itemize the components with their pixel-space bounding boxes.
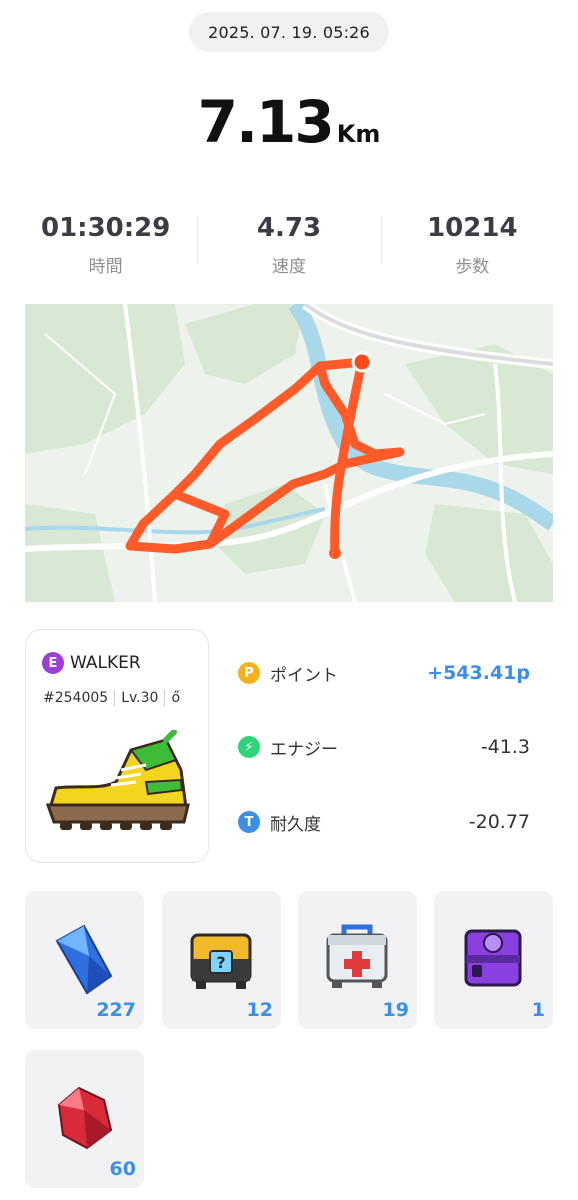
energy-icon: ⚡	[238, 736, 260, 758]
datetime-text: 2025. 07. 19. 05:26	[208, 22, 370, 42]
metric-points-label: ポイント	[270, 665, 338, 686]
points-icon: P	[238, 662, 260, 684]
metric-energy-value: -41.3	[480, 736, 530, 758]
first-aid-kit-icon	[326, 924, 388, 988]
metric-durability: T 耐久度 -20.77	[238, 806, 538, 838]
stat-time-label: 時間	[88, 257, 123, 277]
blue-crystal-icon	[55, 924, 113, 995]
item-count: 19	[382, 999, 409, 1021]
distance-unit: Km	[336, 120, 381, 148]
item-count: 227	[96, 999, 136, 1021]
metric-energy: ⚡ エナジー -41.3	[238, 731, 538, 763]
route-end-marker	[351, 351, 373, 373]
metric-points: P ポイント +543.41p	[238, 657, 538, 689]
stat-speed-value: 4.73	[256, 213, 322, 243]
item-tile-mystery-box[interactable]: ? 12	[162, 891, 281, 1029]
item-tile-purple-box[interactable]: 1	[434, 891, 553, 1029]
walker-header: E WALKER	[42, 652, 141, 674]
red-gem-icon	[57, 1086, 113, 1150]
stats-row: 01:30:29 時間 4.73 速度 10214 歩数	[14, 210, 564, 282]
mystery-box-icon: ?	[190, 933, 252, 989]
metric-durability-label: 耐久度	[270, 814, 321, 835]
stat-speed: 4.73 速度	[197, 210, 380, 282]
item-count: 60	[109, 1158, 136, 1180]
durability-icon: T	[238, 811, 260, 833]
walker-extra: ő	[171, 690, 181, 706]
item-tile-first-aid-kit[interactable]: 19	[298, 891, 417, 1029]
meta-divider	[164, 690, 166, 706]
walker-card[interactable]: E WALKER #254005 Lv.30 ő	[25, 629, 209, 863]
stat-steps: 10214 歩数	[380, 210, 564, 282]
stat-steps-label: 歩数	[455, 257, 490, 277]
walker-level: Lv.30	[121, 690, 159, 706]
walker-meta: #254005 Lv.30 ő	[43, 690, 180, 706]
item-tile-red-gem[interactable]: 60	[25, 1050, 144, 1188]
datetime-pill: 2025. 07. 19. 05:26	[189, 12, 389, 52]
walker-name: WALKER	[70, 653, 141, 673]
metric-points-value: +543.41p	[427, 662, 530, 684]
item-tile-blue-crystal[interactable]: 227	[25, 891, 144, 1029]
distance-value: 7.13	[197, 88, 335, 156]
svg-text:?: ?	[216, 953, 225, 972]
result-card: 2025. 07. 19. 05:26 7.13 Km 01:30:29 時間 4…	[0, 0, 578, 1200]
distance-display: 7.13 Km	[0, 88, 578, 156]
metric-energy-label: エナジー	[270, 739, 338, 760]
item-count: 12	[246, 999, 273, 1021]
route-start-marker	[329, 547, 341, 559]
meta-divider	[114, 690, 116, 706]
purple-box-icon	[464, 929, 522, 987]
stat-time: 01:30:29 時間	[14, 210, 197, 282]
item-count: 1	[531, 999, 545, 1021]
stat-time-value: 01:30:29	[40, 213, 171, 243]
stat-steps-value: 10214	[427, 213, 518, 243]
map-green-areas	[25, 304, 553, 602]
route-map[interactable]	[25, 304, 553, 602]
stat-speed-label: 速度	[271, 257, 306, 277]
rarity-badge-icon: E	[42, 652, 64, 674]
walker-id: #254005	[43, 690, 109, 706]
sneaker-icon	[46, 730, 190, 830]
metric-durability-value: -20.77	[468, 811, 530, 833]
